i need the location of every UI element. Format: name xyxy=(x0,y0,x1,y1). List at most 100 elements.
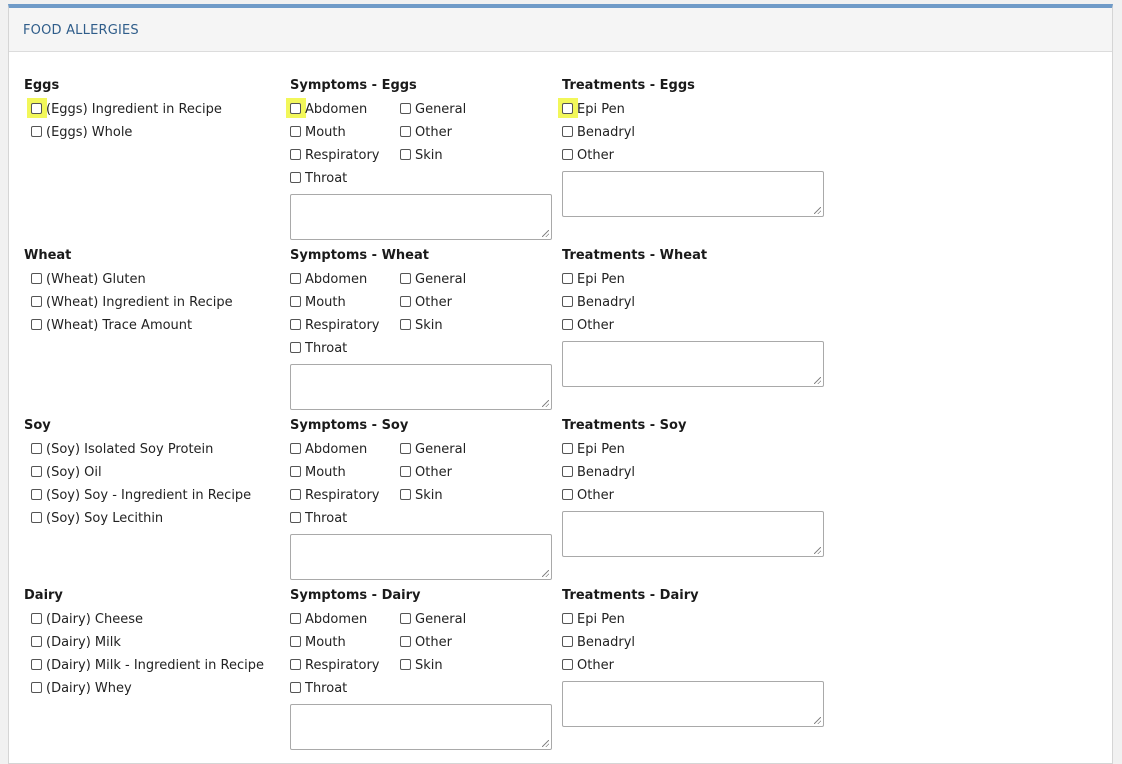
checkbox[interactable] xyxy=(562,489,573,500)
treatment-option-benadryl[interactable]: Benadryl xyxy=(562,124,635,142)
allergen-option[interactable]: (Wheat) Ingredient in Recipe xyxy=(31,294,233,312)
checkbox[interactable] xyxy=(31,273,42,284)
checkbox[interactable] xyxy=(400,103,411,114)
checkbox[interactable] xyxy=(562,613,573,624)
treatments-notes-textarea[interactable] xyxy=(562,681,824,727)
symptom-option-other[interactable]: Other xyxy=(400,634,452,652)
checkbox[interactable] xyxy=(31,489,42,500)
symptom-option-mouth[interactable]: Mouth xyxy=(290,124,346,142)
symptom-option-respiratory[interactable]: Respiratory xyxy=(290,657,379,675)
checkbox[interactable] xyxy=(31,659,42,670)
checkbox[interactable] xyxy=(562,466,573,477)
checkbox[interactable] xyxy=(290,273,301,284)
checkbox[interactable] xyxy=(400,466,411,477)
symptom-option-respiratory[interactable]: Respiratory xyxy=(290,487,379,505)
checkbox[interactable] xyxy=(400,659,411,670)
symptom-option-mouth[interactable]: Mouth xyxy=(290,634,346,652)
checkbox[interactable] xyxy=(400,443,411,454)
allergen-option[interactable]: (Dairy) Milk - Ingredient in Recipe xyxy=(31,657,264,675)
checkbox[interactable] xyxy=(290,682,301,693)
treatments-notes-textarea[interactable] xyxy=(562,511,824,557)
resize-grip-icon[interactable] xyxy=(814,207,821,214)
checkbox[interactable] xyxy=(290,172,301,183)
checkbox[interactable] xyxy=(290,512,301,523)
resize-grip-icon[interactable] xyxy=(542,400,549,407)
treatments-notes-textarea[interactable] xyxy=(562,171,824,217)
treatment-option-other[interactable]: Other xyxy=(562,487,614,505)
treatment-option-benadryl[interactable]: Benadryl xyxy=(562,294,635,312)
allergen-option[interactable]: (Dairy) Whey xyxy=(31,680,132,698)
checkbox[interactable] xyxy=(290,659,301,670)
treatment-option-epi-pen[interactable]: Epi Pen xyxy=(562,271,625,289)
checkbox[interactable] xyxy=(562,659,573,670)
checkbox[interactable] xyxy=(562,103,573,114)
allergen-option[interactable]: (Soy) Oil xyxy=(31,464,102,482)
symptom-option-mouth[interactable]: Mouth xyxy=(290,294,346,312)
allergen-option[interactable]: (Soy) Isolated Soy Protein xyxy=(31,441,213,459)
allergen-option[interactable]: (Wheat) Gluten xyxy=(31,271,146,289)
symptom-option-mouth[interactable]: Mouth xyxy=(290,464,346,482)
symptom-option-general[interactable]: General xyxy=(400,441,466,459)
checkbox[interactable] xyxy=(562,296,573,307)
checkbox[interactable] xyxy=(562,149,573,160)
checkbox[interactable] xyxy=(290,636,301,647)
symptom-option-general[interactable]: General xyxy=(400,611,466,629)
symptom-option-respiratory[interactable]: Respiratory xyxy=(290,147,379,165)
resize-grip-icon[interactable] xyxy=(814,377,821,384)
checkbox[interactable] xyxy=(290,443,301,454)
allergen-option[interactable]: (Soy) Soy - Ingredient in Recipe xyxy=(31,487,251,505)
symptom-option-throat[interactable]: Throat xyxy=(290,510,347,528)
checkbox[interactable] xyxy=(400,636,411,647)
symptom-option-other[interactable]: Other xyxy=(400,294,452,312)
allergen-option[interactable]: (Dairy) Milk xyxy=(31,634,121,652)
resize-grip-icon[interactable] xyxy=(814,717,821,724)
checkbox[interactable] xyxy=(290,149,301,160)
treatment-option-other[interactable]: Other xyxy=(562,147,614,165)
checkbox[interactable] xyxy=(290,342,301,353)
checkbox[interactable] xyxy=(562,319,573,330)
checkbox[interactable] xyxy=(31,126,42,137)
symptom-option-throat[interactable]: Throat xyxy=(290,680,347,698)
symptom-option-abdomen[interactable]: Abdomen xyxy=(290,271,367,289)
checkbox[interactable] xyxy=(31,296,42,307)
resize-grip-icon[interactable] xyxy=(542,740,549,747)
checkbox[interactable] xyxy=(31,103,42,114)
checkbox[interactable] xyxy=(400,296,411,307)
checkbox[interactable] xyxy=(400,319,411,330)
symptom-option-respiratory[interactable]: Respiratory xyxy=(290,317,379,335)
checkbox[interactable] xyxy=(562,636,573,647)
checkbox[interactable] xyxy=(290,466,301,477)
checkbox[interactable] xyxy=(562,126,573,137)
checkbox[interactable] xyxy=(290,296,301,307)
symptom-option-skin[interactable]: Skin xyxy=(400,147,443,165)
treatment-option-epi-pen[interactable]: Epi Pen xyxy=(562,611,625,629)
symptom-option-general[interactable]: General xyxy=(400,271,466,289)
resize-grip-icon[interactable] xyxy=(814,547,821,554)
allergen-option[interactable]: (Eggs) Ingredient in Recipe xyxy=(27,98,222,119)
resize-grip-icon[interactable] xyxy=(542,230,549,237)
checkbox[interactable] xyxy=(290,126,301,137)
allergen-option[interactable]: (Dairy) Cheese xyxy=(31,611,143,629)
symptom-option-skin[interactable]: Skin xyxy=(400,317,443,335)
symptom-option-general[interactable]: General xyxy=(400,101,466,119)
allergen-option[interactable]: (Soy) Soy Lecithin xyxy=(31,510,163,528)
checkbox[interactable] xyxy=(290,103,301,114)
checkbox[interactable] xyxy=(31,443,42,454)
checkbox[interactable] xyxy=(31,682,42,693)
symptom-option-other[interactable]: Other xyxy=(400,464,452,482)
checkbox[interactable] xyxy=(562,273,573,284)
treatment-option-epi-pen[interactable]: Epi Pen xyxy=(562,441,625,459)
checkbox[interactable] xyxy=(562,443,573,454)
symptoms-notes-textarea[interactable] xyxy=(290,704,552,750)
symptom-option-abdomen[interactable]: Abdomen xyxy=(290,441,367,459)
checkbox[interactable] xyxy=(31,512,42,523)
symptoms-notes-textarea[interactable] xyxy=(290,364,552,410)
checkbox[interactable] xyxy=(400,149,411,160)
checkbox[interactable] xyxy=(290,489,301,500)
symptom-option-other[interactable]: Other xyxy=(400,124,452,142)
resize-grip-icon[interactable] xyxy=(542,570,549,577)
checkbox[interactable] xyxy=(400,273,411,284)
symptom-option-throat[interactable]: Throat xyxy=(290,170,347,188)
checkbox[interactable] xyxy=(290,319,301,330)
checkbox[interactable] xyxy=(31,466,42,477)
